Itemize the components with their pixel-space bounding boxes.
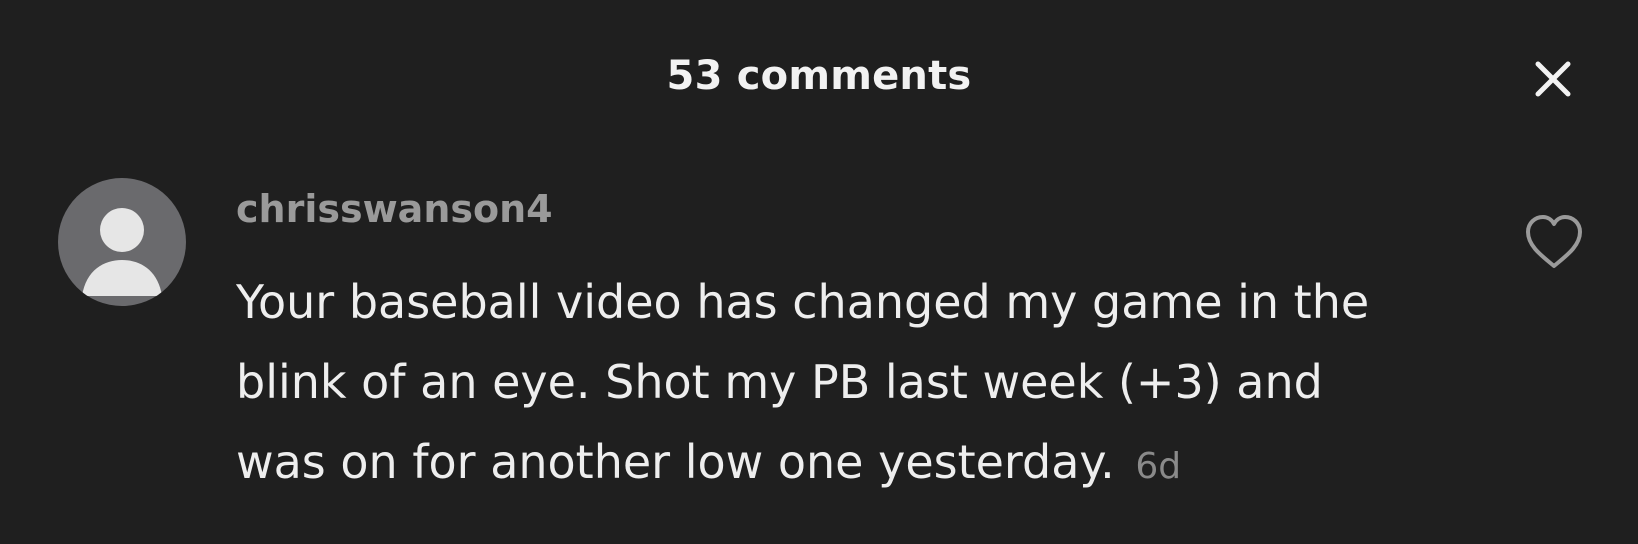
heart-outline-icon [1526,215,1582,268]
comments-count-title: 53 comments [666,53,972,99]
comment-timestamp: 6d [1135,446,1182,487]
comment-body: Your baseball video has changed my game … [236,262,1416,507]
comments-sheet: 53 comments chrisswanson4 Your baseball … [0,0,1638,544]
close-button[interactable] [1526,52,1580,106]
comment-text: Your baseball video has changed my game … [236,275,1370,489]
like-button[interactable] [1522,212,1586,272]
comment-username[interactable]: chrisswanson4 [236,182,553,236]
close-icon [1535,61,1571,97]
avatar[interactable] [58,178,186,306]
default-avatar-icon [82,208,162,296]
